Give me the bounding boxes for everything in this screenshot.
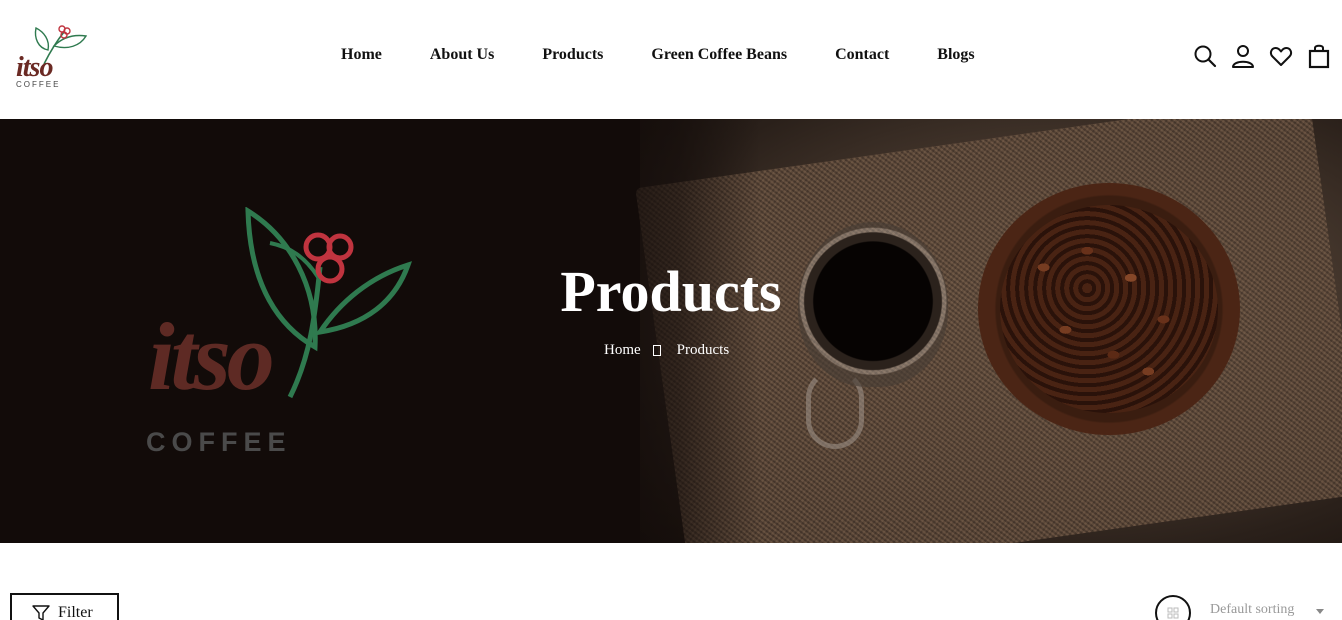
- logo-wordmark: itso: [16, 52, 53, 83]
- breadcrumb-home-link[interactable]: Home: [604, 342, 641, 359]
- nav-item-contact[interactable]: Contact: [835, 44, 889, 66]
- main-nav: Home About Us Products Green Coffee Bean…: [341, 44, 975, 66]
- nav-item-products[interactable]: Products: [542, 44, 603, 66]
- breadcrumb: Home Products: [604, 342, 729, 359]
- account-icon[interactable]: [1230, 43, 1256, 69]
- wishlist-icon[interactable]: [1268, 43, 1294, 69]
- breadcrumb-separator-icon: [652, 345, 661, 356]
- cart-icon[interactable]: [1306, 43, 1332, 69]
- page-hero-banner: itso COFFEE Products Home Products: [0, 119, 1342, 543]
- breadcrumb-current: Products: [676, 342, 730, 358]
- hero-logo-tagline: COFFEE: [146, 427, 292, 457]
- sort-select[interactable]: Default sorting: [1210, 602, 1294, 618]
- filter-label: Filter: [58, 604, 93, 620]
- grid-icon: [1167, 607, 1179, 619]
- funnel-icon: [32, 605, 50, 620]
- hero-logo-wordmark: itso: [148, 303, 275, 410]
- search-icon[interactable]: [1192, 43, 1218, 69]
- site-header: itso COFFEE Home About Us Products Green…: [0, 0, 1342, 119]
- page-title: Products: [560, 259, 782, 324]
- nav-item-green-coffee-beans[interactable]: Green Coffee Beans: [651, 44, 787, 66]
- site-logo[interactable]: itso COFFEE: [14, 20, 94, 92]
- filter-button[interactable]: Filter: [10, 593, 119, 620]
- header-actions: [1192, 43, 1332, 69]
- nav-item-home[interactable]: Home: [341, 44, 382, 66]
- nav-item-about-us[interactable]: About Us: [430, 44, 494, 66]
- logo-tagline: COFFEE: [16, 80, 61, 89]
- chevron-down-icon[interactable]: [1316, 609, 1324, 614]
- nav-item-blogs[interactable]: Blogs: [937, 44, 974, 66]
- grid-view-toggle[interactable]: [1155, 595, 1191, 620]
